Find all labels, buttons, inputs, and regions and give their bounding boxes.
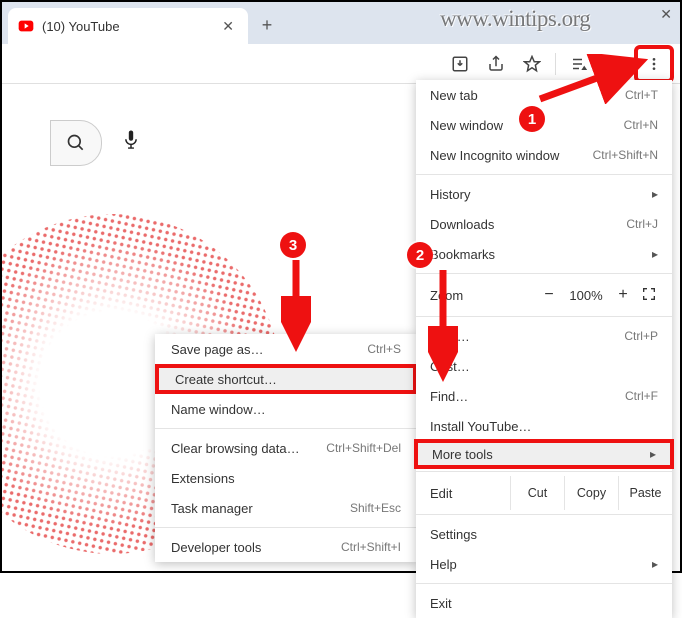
submenu-task-manager[interactable]: Task managerShift+Esc bbox=[155, 493, 417, 523]
menu-settings[interactable]: Settings bbox=[416, 519, 672, 549]
search-button[interactable] bbox=[50, 120, 102, 166]
annotation-arrow-3 bbox=[281, 260, 311, 360]
submenu-developer-tools[interactable]: Developer toolsCtrl+Shift+I bbox=[155, 532, 417, 562]
annotation-arrow-1 bbox=[535, 54, 655, 104]
edit-paste-button[interactable]: Paste bbox=[618, 476, 672, 510]
menu-history[interactable]: History▸ bbox=[416, 179, 672, 209]
submenu-name-window[interactable]: Name window… bbox=[155, 394, 417, 424]
menu-exit[interactable]: Exit bbox=[416, 588, 672, 618]
fullscreen-icon[interactable] bbox=[636, 286, 662, 305]
submenu-extensions[interactable]: Extensions bbox=[155, 463, 417, 493]
menu-new-incognito[interactable]: New Incognito windowCtrl+Shift+N bbox=[416, 140, 672, 170]
tab-strip: (10) YouTube ✕ + ✕ bbox=[2, 2, 680, 44]
new-tab-button[interactable]: + bbox=[252, 10, 282, 40]
window-close-icon[interactable]: ✕ bbox=[660, 6, 672, 23]
menu-install-youtube[interactable]: Install YouTube… bbox=[416, 411, 672, 441]
zoom-in-button[interactable]: + bbox=[610, 286, 636, 304]
menu-more-tools[interactable]: More tools▸ bbox=[414, 439, 674, 469]
menu-bookmarks[interactable]: Bookmarks▸ bbox=[416, 239, 672, 269]
install-app-icon[interactable] bbox=[443, 47, 477, 81]
menu-edit-row: Edit Cut Copy Paste bbox=[416, 476, 672, 510]
annotation-2: 2 bbox=[407, 242, 433, 268]
close-tab-icon[interactable]: ✕ bbox=[218, 18, 238, 35]
submenu-create-shortcut[interactable]: Create shortcut… bbox=[155, 364, 417, 394]
browser-tab-youtube[interactable]: (10) YouTube ✕ bbox=[8, 8, 248, 44]
edit-cut-button[interactable]: Cut bbox=[510, 476, 564, 510]
annotation-arrow-2 bbox=[428, 270, 458, 390]
annotation-3: 3 bbox=[280, 232, 306, 258]
zoom-level-value: 100% bbox=[562, 288, 610, 303]
annotation-1: 1 bbox=[519, 106, 545, 132]
more-tools-submenu: Save page as…Ctrl+S Create shortcut… Nam… bbox=[155, 334, 417, 562]
zoom-out-button[interactable]: − bbox=[536, 286, 562, 304]
submenu-clear-browsing-data[interactable]: Clear browsing data…Ctrl+Shift+Del bbox=[155, 433, 417, 463]
youtube-icon bbox=[18, 18, 34, 34]
edit-copy-button[interactable]: Copy bbox=[564, 476, 618, 510]
edit-label: Edit bbox=[416, 476, 510, 510]
tab-title: (10) YouTube bbox=[42, 19, 210, 34]
share-icon[interactable] bbox=[479, 47, 513, 81]
menu-help[interactable]: Help▸ bbox=[416, 549, 672, 579]
menu-downloads[interactable]: DownloadsCtrl+J bbox=[416, 209, 672, 239]
voice-search-icon[interactable] bbox=[122, 129, 140, 157]
